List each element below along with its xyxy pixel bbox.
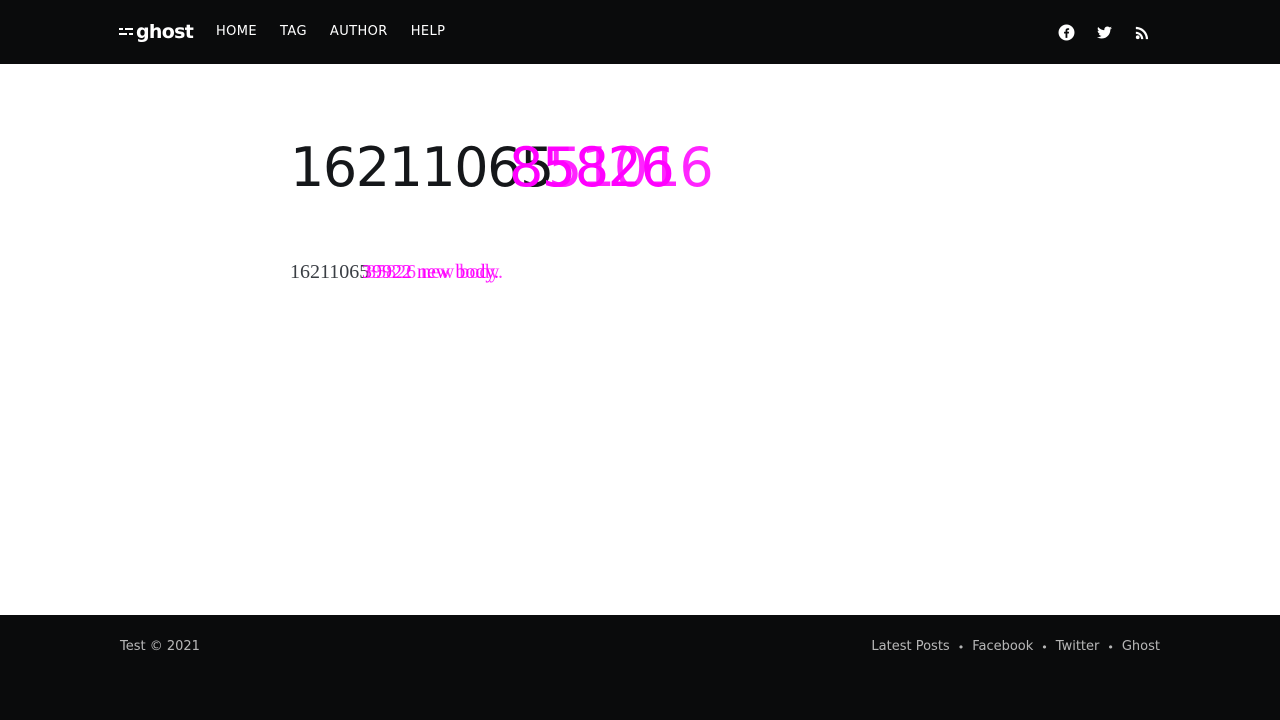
footer-link-ghost[interactable]: Ghost bbox=[1122, 638, 1160, 656]
footer-nav: Latest Posts • Facebook • Twitter • Ghos… bbox=[871, 638, 1160, 656]
twitter-link[interactable] bbox=[1096, 24, 1113, 41]
social-links bbox=[1058, 24, 1151, 41]
nav-tag[interactable]: TAG bbox=[280, 22, 307, 42]
post-content: 16211065 85826 51016 16211065 39922 new … bbox=[290, 120, 1010, 292]
site-footer: Test © 2021 Latest Posts • Facebook • Tw… bbox=[0, 615, 1280, 720]
separator-dot: • bbox=[1107, 640, 1114, 654]
facebook-icon bbox=[1058, 24, 1075, 41]
main-nav: HOME TAG AUTHOR HELP bbox=[216, 22, 468, 42]
twitter-icon bbox=[1097, 26, 1112, 39]
post-body-text: 16211065 bbox=[290, 261, 370, 283]
footer-link-latest-posts[interactable]: Latest Posts bbox=[871, 638, 949, 656]
post-title-overlay-2: 51016 bbox=[548, 136, 714, 199]
rss-icon bbox=[1135, 26, 1149, 40]
site-header: ghost HOME TAG AUTHOR HELP bbox=[0, 0, 1280, 64]
copyright: Test © 2021 bbox=[120, 639, 200, 654]
post-title: 16211065 85826 51016 bbox=[290, 120, 1010, 216]
post-body-overlay-2: 85826 new body. bbox=[366, 261, 504, 283]
facebook-link[interactable] bbox=[1058, 24, 1075, 41]
footer-link-twitter[interactable]: Twitter bbox=[1056, 638, 1100, 656]
separator-dot: • bbox=[1041, 640, 1048, 654]
nav-home[interactable]: HOME bbox=[216, 22, 257, 42]
nav-author[interactable]: AUTHOR bbox=[330, 22, 388, 42]
post-body: 16211065 39922 new body. 85826 new body. bbox=[290, 252, 1010, 292]
separator-dot: • bbox=[957, 640, 965, 654]
footer-link-facebook[interactable]: Facebook bbox=[972, 638, 1033, 656]
ghost-logo-icon bbox=[119, 28, 133, 35]
rss-link[interactable] bbox=[1134, 24, 1151, 41]
nav-help[interactable]: HELP bbox=[411, 22, 446, 42]
logo-text: ghost bbox=[136, 21, 194, 43]
site-logo[interactable]: ghost bbox=[119, 19, 194, 45]
